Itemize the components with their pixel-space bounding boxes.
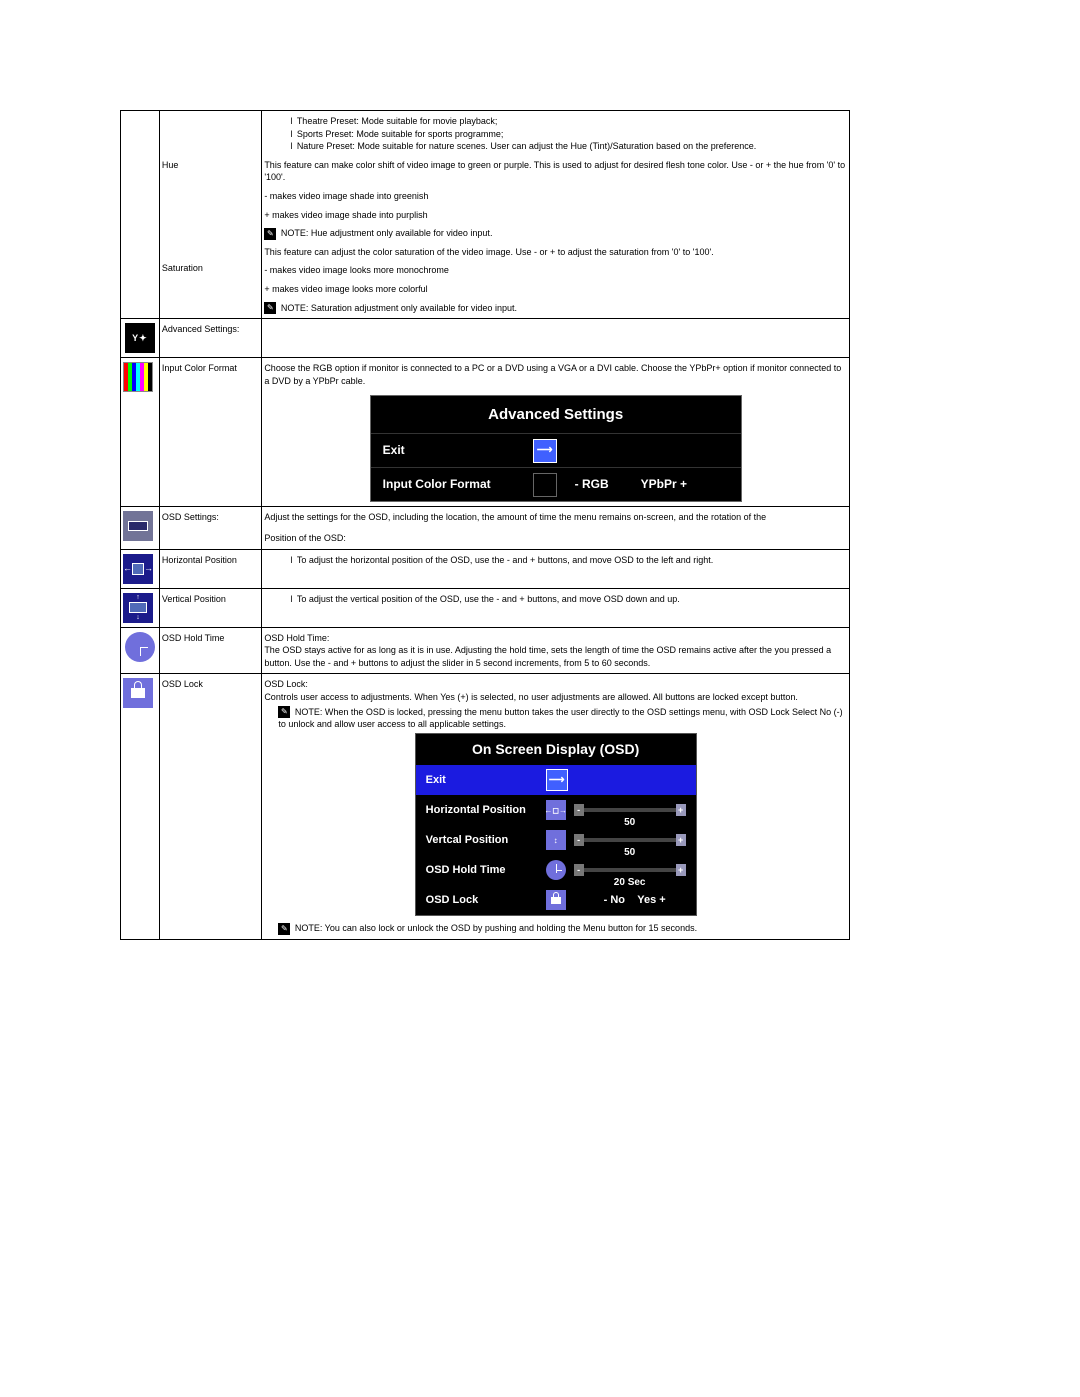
osd2-title: On Screen Display (OSD) [416,734,696,766]
lock-yes: Yes + [637,894,665,906]
hpos-desc: To adjust the horizontal position of the… [290,554,847,567]
vertical-position-icon: ↑↓ [123,593,153,623]
osd2-vpos: Vertcal Position [426,833,546,848]
osd2-hpos: Horizontal Position [426,803,546,818]
hue-note: NOTE: Hue adjustment only available for … [281,228,493,238]
hold-slider[interactable]: -+ 20 Sec [574,864,686,876]
hold-icon-cell [121,627,160,674]
clock-icon [125,632,155,662]
sat-plus: + makes video image looks more colorful [264,283,847,296]
document-page: Hue Saturation Theatre Preset: Mode suit… [0,0,1080,940]
pencil-icon: ✎ [264,302,276,314]
vpos-value: 50 [574,846,686,860]
osd2-hpos-row[interactable]: Horizontal Position ←◻→ -+ 50 [416,795,696,825]
hpos-icon-cell: ←→ [121,549,160,588]
exit-icon: ⟶ [546,769,568,791]
adv-rgb-value: - RGB [575,476,609,493]
saturation-label: Saturation [162,263,203,273]
lock-note1: NOTE: When the OSD is locked, pressing t… [278,707,842,730]
osd-icon-cell [121,507,160,549]
empty-icon-cell [121,111,160,319]
lock-icon [123,678,153,708]
preset-sports: Sports Preset: Mode suitable for sports … [290,128,847,141]
icf-label: Input Color Format [159,358,261,507]
lock-note2: NOTE: You can also lock or unlock the OS… [295,923,697,933]
adv-exit-label: Exit [383,442,533,459]
hold-label: OSD Hold Time [159,627,261,674]
hue-desc-cell: Theatre Preset: Mode suitable for movie … [262,111,850,319]
vpos-icon: ↕ [546,830,566,850]
adv-panel-title: Advanced Settings [371,396,741,433]
horizontal-position-icon: ←→ [123,554,153,584]
osd-settings-icon [123,511,153,541]
rgb-bars-icon [123,362,153,392]
adv-desc-empty [262,319,850,358]
hpos-value: 50 [574,816,686,830]
clock-icon [546,860,566,880]
adv-icf-row[interactable]: Input Color Format - RGB YPbPr + [371,467,741,501]
hold-desc-cell: OSD Hold Time: The OSD stays active for … [262,627,850,674]
hue-label: Hue [162,160,179,170]
pencil-icon: ✎ [278,706,290,718]
lock-desc-cell: OSD Lock: Controls user access to adjust… [262,674,850,940]
icf-desc: Choose the RGB option if monitor is conn… [264,362,847,387]
osd2-exit: Exit [426,773,546,788]
vpos-slider[interactable]: -+ 50 [574,834,686,846]
rgb-icon-cell [121,358,160,507]
ypbpr-icon-cell: Y✦ [121,319,160,358]
vpos-desc: To adjust the vertical position of the O… [290,593,847,606]
vpos-desc-cell: To adjust the vertical position of the O… [262,588,850,627]
osd2-exit-row[interactable]: Exit ⟶ [416,765,696,795]
pencil-icon: ✎ [264,228,276,240]
osd-pos-heading: Position of the OSD: [264,532,847,545]
lock-icon [546,890,566,910]
hpos-icon: ←◻→ [546,800,566,820]
advanced-settings-osd-panel: Advanced Settings Exit ⟶ Input Color For… [370,395,742,502]
hue-minus: - makes video image shade into greenish [264,190,847,203]
vpos-label: Vertical Position [159,588,261,627]
hpos-slider[interactable]: -+ 50 [574,804,686,816]
settings-table: Hue Saturation Theatre Preset: Mode suit… [120,110,850,940]
sat-note: NOTE: Saturation adjustment only availab… [281,303,517,313]
hue-desc: This feature can make color shift of vid… [264,159,847,184]
osd2-hold: OSD Hold Time [426,863,546,878]
sat-minus: - makes video image looks more monochrom… [264,264,847,277]
adv-label: Advanced Settings: [159,319,261,358]
hpos-label: Horizontal Position [159,549,261,588]
hue-plus: + makes video image shade into purplish [264,209,847,222]
exit-runner-icon: ⟶ [533,439,557,463]
adv-exit-row[interactable]: Exit ⟶ [371,433,741,467]
hold-heading: OSD Hold Time: [264,632,847,645]
adv-ypbpr-value: YPbPr + [641,476,687,493]
osd-display-panel: On Screen Display (OSD) Exit ⟶ Horizonta… [415,733,697,917]
lock-heading: OSD Lock: [264,678,847,691]
lock-label: OSD Lock [159,674,261,940]
osd2-lock: OSD Lock [426,893,546,908]
hold-value: 20 Sec [574,876,686,890]
osd-settings-desc-cell: Adjust the settings for the OSD, includi… [262,507,850,549]
vpos-icon-cell: ↑↓ [121,588,160,627]
ypbpr-icon: Y✦ [125,323,155,353]
hold-desc: The OSD stays active for as long as it i… [264,644,847,669]
osd-settings-desc: Adjust the settings for the OSD, includi… [264,511,847,524]
lock-icon-cell [121,674,160,940]
lock-desc: Controls user access to adjustments. Whe… [264,691,847,704]
sat-desc: This feature can adjust the color satura… [264,246,847,259]
osd-settings-label: OSD Settings: [159,507,261,549]
preset-theatre: Theatre Preset: Mode suitable for movie … [290,115,847,128]
adv-icf-label: Input Color Format [383,476,533,493]
hpos-desc-cell: To adjust the horizontal position of the… [262,549,850,588]
rgb-mini-icon [533,473,557,497]
icf-desc-cell: Choose the RGB option if monitor is conn… [262,358,850,507]
hue-label-cell: Hue Saturation [159,111,261,319]
preset-nature: Nature Preset: Mode suitable for nature … [290,140,847,153]
lock-no: - No [604,894,625,906]
pencil-icon: ✎ [278,923,290,935]
